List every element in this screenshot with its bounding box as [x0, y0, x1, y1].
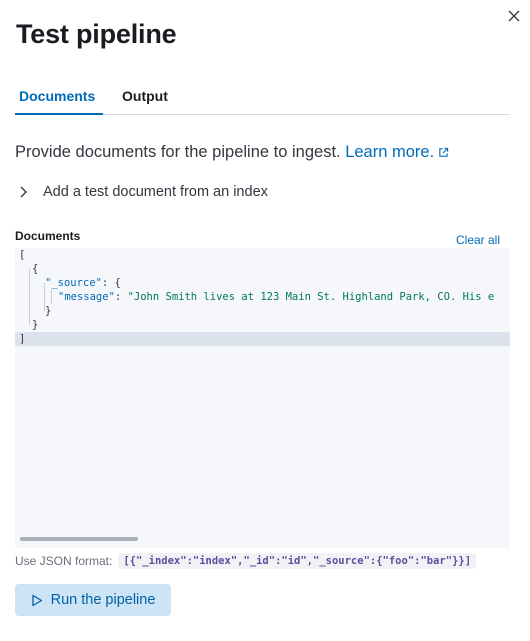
intro-text: Provide documents for the pipeline to in…	[15, 143, 449, 162]
code-text: : {	[101, 277, 121, 289]
json-help-text: Use JSON format:	[15, 554, 113, 568]
tab-output[interactable]: Output	[122, 88, 168, 104]
clear-all-button[interactable]: Clear all	[456, 233, 500, 247]
json-format-help: Use JSON format: [{"_index":"index","_id…	[15, 553, 477, 569]
code-string: "John Smith lives at 123 Main St. Highla…	[127, 291, 495, 303]
external-link-icon	[439, 147, 449, 157]
code-line: }	[32, 318, 38, 332]
intro-description: Provide documents for the pipeline to in…	[15, 143, 341, 161]
documents-code-editor[interactable]: [ { "_source": { "message": "John Smith …	[15, 248, 510, 548]
code-line: [	[19, 248, 25, 262]
active-line-highlight	[15, 332, 510, 346]
code-text: [	[19, 249, 26, 261]
code-text: :	[114, 291, 128, 303]
tab-documents[interactable]: Documents	[19, 88, 95, 104]
indent-guide	[51, 290, 52, 304]
code-text: ]	[19, 333, 26, 345]
play-icon	[31, 594, 42, 606]
code-line: }	[45, 304, 51, 318]
code-line: "message": "John Smith lives at 123 Main…	[58, 290, 494, 304]
scrollbar-thumb[interactable]	[20, 537, 138, 541]
flyout-title: Test pipeline	[16, 19, 177, 49]
accordion-label: Add a test document from an index	[43, 184, 268, 200]
close-icon	[508, 10, 520, 22]
run-pipeline-button[interactable]: Run the pipeline	[15, 584, 171, 616]
documents-label: Documents	[15, 229, 81, 243]
code-text: }	[45, 305, 52, 317]
add-document-accordion[interactable]: Add a test document from an index	[19, 183, 268, 201]
code-text: {	[32, 263, 39, 275]
code-key: "message"	[58, 291, 115, 303]
code-line: ]	[19, 332, 25, 346]
chevron-right-icon	[20, 186, 27, 198]
learn-more-link[interactable]: Learn more.	[345, 143, 449, 161]
tab-bar: Documents Output	[15, 80, 510, 115]
learn-more-label: Learn more.	[345, 143, 435, 161]
code-line: {	[32, 262, 38, 276]
run-pipeline-label: Run the pipeline	[50, 592, 156, 608]
code-key: "_source"	[45, 277, 102, 289]
close-button[interactable]	[506, 8, 522, 24]
json-format-example: [{"_index":"index","_id":"id","_source":…	[118, 553, 477, 569]
tab-selected-indicator	[15, 113, 103, 115]
code-line: "_source": {	[45, 276, 121, 290]
code-text: }	[32, 319, 39, 331]
indent-guide	[29, 269, 30, 325]
